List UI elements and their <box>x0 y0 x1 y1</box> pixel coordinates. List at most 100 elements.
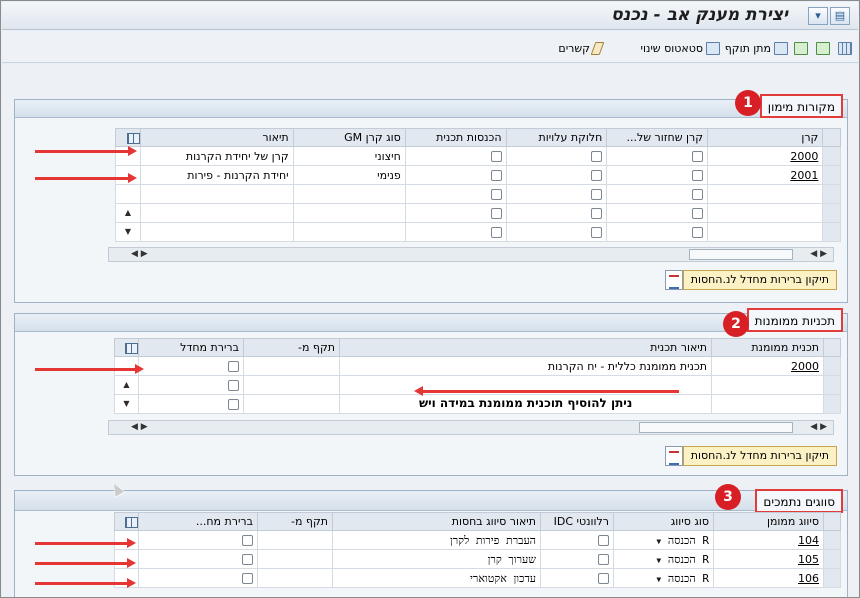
checkbox[interactable] <box>692 170 704 181</box>
fund-cell[interactable] <box>707 184 824 204</box>
table-row[interactable]: 105 R הכנסה ▼ שערוך קרן <box>114 549 841 569</box>
scroll-up-icon[interactable]: ▲ <box>120 205 136 222</box>
classification-description-cell: שערוך קרן <box>332 549 541 569</box>
column-header[interactable]: רלוונטי IDC <box>540 512 614 531</box>
checkbox[interactable] <box>591 170 603 181</box>
row-selector[interactable] <box>822 184 841 204</box>
column-header[interactable]: תכנית ממומנת <box>711 338 824 357</box>
column-header[interactable]: ברירת מחדל <box>138 338 244 357</box>
sponsored-programs-title: תכניות ממומנות <box>746 308 843 332</box>
checkbox[interactable] <box>692 227 704 238</box>
fix-defaults-button[interactable]: תיקון ברירות מחדל לנ.החסות <box>662 445 837 467</box>
fund-type-cell: פנימי <box>292 165 406 185</box>
column-header[interactable]: סוג קרן GM <box>292 128 406 147</box>
checkbox[interactable] <box>692 208 704 219</box>
table-row[interactable]: 2000 תכנית ממומנת כללית - יח הקרנות <box>114 356 841 376</box>
classification-code-cell[interactable]: 104 <box>713 530 824 550</box>
column-header[interactable]: קרן <box>707 128 824 147</box>
status-change-button[interactable]: סטאטוס שינוי <box>640 40 720 56</box>
grid-icon <box>838 41 852 55</box>
checkbox[interactable] <box>242 554 253 565</box>
column-header[interactable]: תיאור סיווג בחסות <box>332 512 541 531</box>
scrollbar-thumb[interactable] <box>689 249 793 260</box>
links-button[interactable]: קשרים <box>558 40 605 56</box>
row-selector[interactable] <box>822 146 841 166</box>
checkbox[interactable] <box>228 399 239 410</box>
table-row[interactable]: 2001 פנימי יחידת הקרנות - פירות <box>115 165 841 185</box>
row-selector[interactable] <box>822 165 841 185</box>
checkbox[interactable] <box>591 189 603 200</box>
table-row[interactable]: 104 R הכנסה ▼ העברת פירות לקרן <box>114 530 841 550</box>
fund-cell[interactable]: 2001 <box>707 165 824 185</box>
table-row[interactable]: ▲ <box>115 203 841 223</box>
table-row[interactable]: 2000 חיצוני קרן של יחידת הקרנות <box>115 146 841 166</box>
fix-defaults-button[interactable]: תיקון ברירות מחדל לנ.החסות <box>662 269 837 291</box>
column-header[interactable]: תקף מ- <box>243 338 340 357</box>
row-selector[interactable] <box>823 530 841 550</box>
table-settings-button[interactable] <box>114 512 139 531</box>
checkbox[interactable] <box>598 573 609 584</box>
scroll-up-icon[interactable]: ▲ <box>119 377 134 394</box>
row-selector[interactable] <box>823 375 841 395</box>
checkbox[interactable] <box>591 151 603 162</box>
checkbox[interactable] <box>228 380 239 391</box>
scroll-down-icon[interactable]: ▼ <box>119 396 134 413</box>
row-selector[interactable] <box>823 356 841 376</box>
table-settings-button[interactable] <box>114 338 139 357</box>
column-header[interactable]: הכנסות תכנית <box>404 128 507 147</box>
column-header[interactable]: תקף מ- <box>257 512 333 531</box>
table-row[interactable] <box>115 184 841 204</box>
checkbox[interactable] <box>591 227 603 238</box>
table-row[interactable]: 106 R הכנסה ▼ עדכון אקטוארי <box>114 568 841 588</box>
new-doc-icon <box>816 41 830 55</box>
scroll-arrows-icon[interactable]: ◀ ▶ <box>131 248 148 261</box>
scroll-arrows-icon[interactable]: ◀ ▶ <box>131 421 148 434</box>
row-selector[interactable] <box>823 394 841 414</box>
grid-view-button[interactable] <box>835 40 852 56</box>
fund-cell[interactable]: 2000 <box>707 146 824 166</box>
classification-type-select[interactable]: R הכנסה ▼ <box>613 568 714 588</box>
scroll-arrows-icon[interactable]: ◀ ▶ <box>810 421 827 434</box>
horizontal-scrollbar[interactable]: ◀ ▶ ◀ ▶ <box>108 420 834 435</box>
program-cell[interactable]: 2000 <box>711 356 824 376</box>
checkbox[interactable] <box>228 361 239 372</box>
menu-button[interactable]: ▤ <box>830 7 850 25</box>
checkbox[interactable] <box>490 151 502 162</box>
scroll-down-icon[interactable]: ▼ <box>120 224 136 241</box>
scrollbar-thumb[interactable] <box>639 422 793 433</box>
checkbox[interactable] <box>242 573 253 584</box>
row-selector[interactable] <box>823 568 841 588</box>
checkbox[interactable] <box>490 170 502 181</box>
checkbox[interactable] <box>490 189 502 200</box>
checkbox[interactable] <box>598 554 609 565</box>
scroll-arrows-icon[interactable]: ◀ ▶ <box>810 248 827 261</box>
new-doc-button[interactable] <box>813 40 830 56</box>
save-button[interactable] <box>791 40 808 56</box>
column-header[interactable]: ברירת מח... <box>138 512 258 531</box>
validity-button[interactable]: מתן תוקף <box>725 40 788 56</box>
row-selector[interactable] <box>823 549 841 569</box>
checkbox[interactable] <box>692 151 704 162</box>
column-header[interactable]: תיאור <box>139 128 294 147</box>
checkbox[interactable] <box>242 535 253 546</box>
checkbox[interactable] <box>490 208 502 219</box>
checkbox[interactable] <box>490 227 502 238</box>
horizontal-scrollbar[interactable]: ◀ ▶ ◀ ▶ <box>108 247 834 262</box>
checkbox[interactable] <box>692 189 704 200</box>
column-header[interactable]: חלוקת עלויות <box>505 128 608 147</box>
row-selector[interactable] <box>822 203 841 223</box>
classification-code-cell[interactable]: 106 <box>713 568 824 588</box>
checkbox[interactable] <box>591 208 603 219</box>
column-header[interactable]: קרן שחזור של... <box>606 128 709 147</box>
classification-type-select[interactable]: R הכנסה ▼ <box>613 549 714 569</box>
table-row[interactable]: ▼ <box>115 222 841 242</box>
classification-type-select[interactable]: R הכנסה ▼ <box>613 530 714 550</box>
classification-code-cell[interactable]: 105 <box>713 549 824 569</box>
checkbox[interactable] <box>598 535 609 546</box>
column-header[interactable]: סיווג ממומן <box>713 512 824 531</box>
dropdown-button[interactable]: ▾ <box>808 7 828 25</box>
row-selector[interactable] <box>822 222 841 242</box>
table-settings-button[interactable] <box>115 128 141 147</box>
column-header[interactable]: תיאור תכנית <box>339 338 712 357</box>
column-header[interactable]: סוג סיווג <box>613 512 714 531</box>
